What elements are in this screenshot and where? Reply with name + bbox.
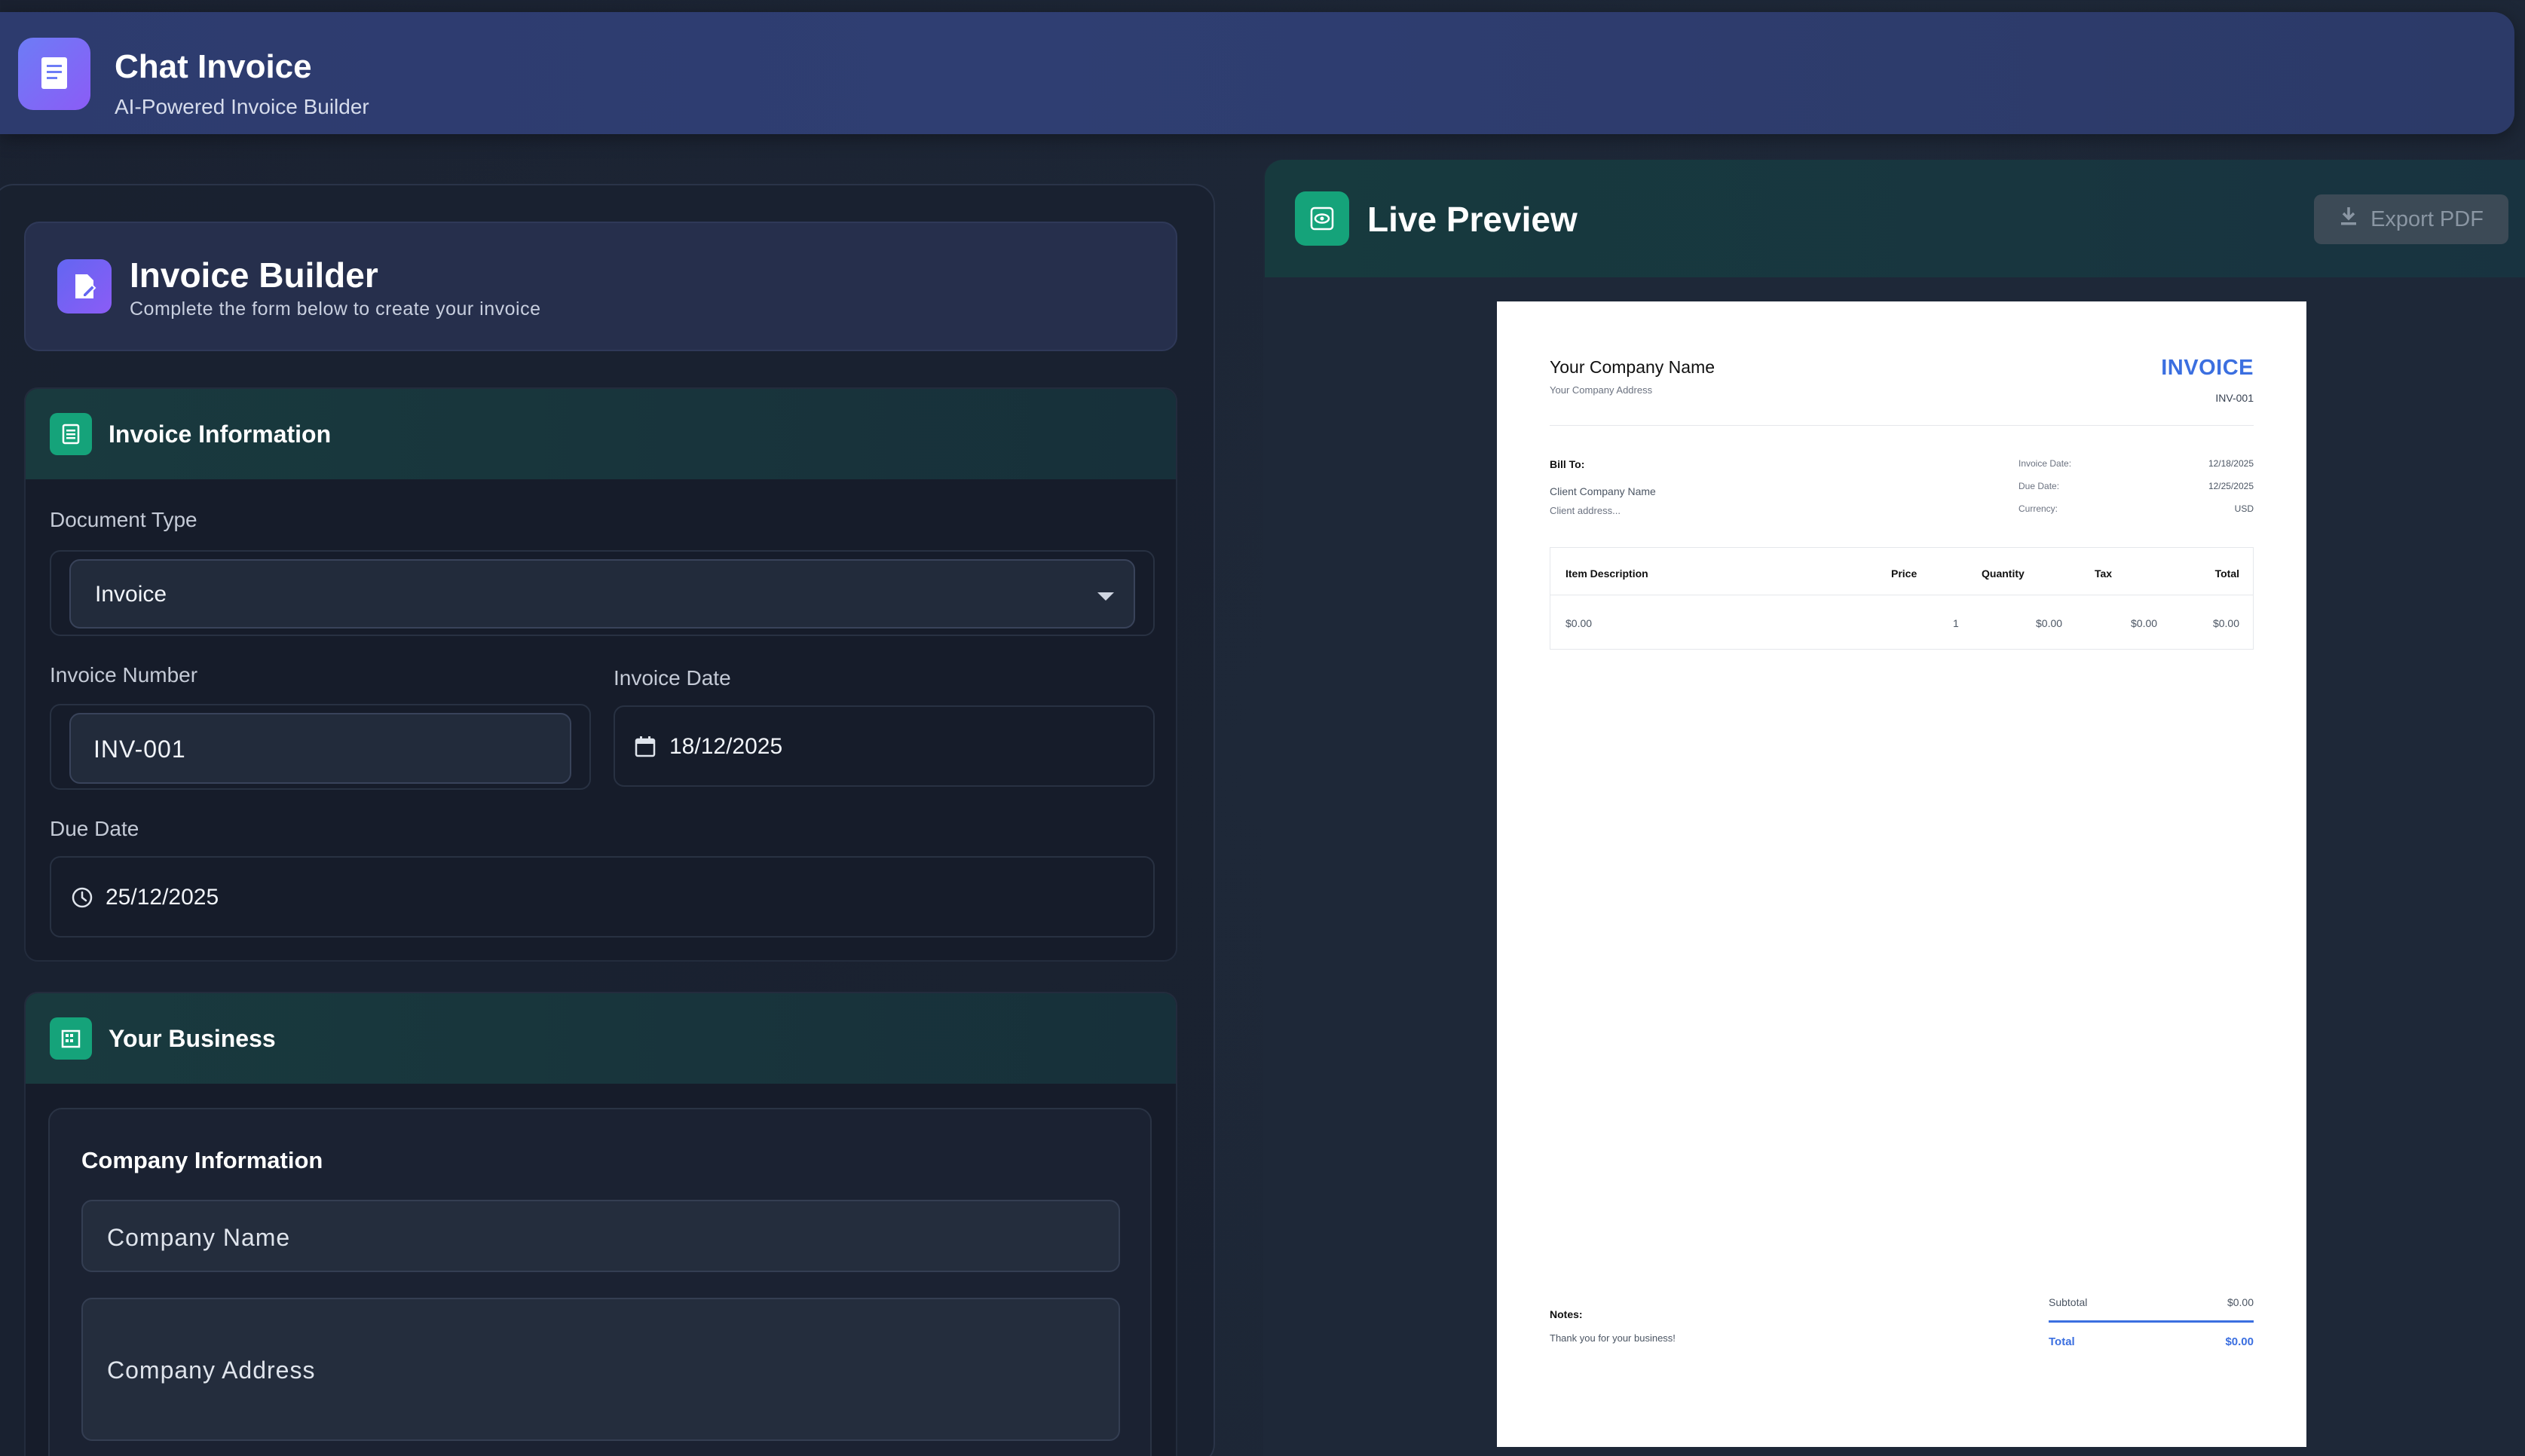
due-date-meta-value: 12/25/2025	[2208, 481, 2254, 491]
document-lines-icon	[50, 413, 92, 455]
column-header-description: Item Description	[1566, 567, 1648, 580]
document-type-select[interactable]: Invoice	[69, 559, 1135, 629]
section-title: Invoice Information	[109, 421, 332, 448]
row-total: $0.00	[2212, 617, 2239, 629]
total-divider	[2049, 1320, 2254, 1323]
invoice-number-value: INV-001	[93, 736, 186, 763]
app-subtitle: AI-Powered Invoice Builder	[115, 95, 369, 118]
document-type-value: Invoice	[95, 582, 167, 607]
company-address-placeholder: Company Address	[107, 1357, 316, 1384]
invoice-date-meta-value: 12/18/2025	[2208, 458, 2254, 469]
row-description: $0.00	[1566, 617, 1593, 629]
preview-company-address: Your Company Address	[1550, 384, 1653, 396]
document-type-field: Invoice	[50, 550, 1155, 636]
eye-icon	[1295, 191, 1349, 246]
invoice-date-value: 18/12/2025	[669, 734, 783, 759]
divider	[1550, 425, 2254, 426]
receipt-icon	[18, 38, 90, 110]
app-header: Chat Invoice AI-Powered Invoice Builder	[0, 12, 2514, 134]
column-header-quantity: Quantity	[1982, 567, 2025, 580]
building-icon	[50, 1017, 92, 1060]
download-icon	[2339, 206, 2358, 233]
preview-invoice-number: INV-001	[2215, 392, 2254, 404]
document-type-label: Document Type	[50, 508, 197, 531]
section-title: Your Business	[109, 1025, 276, 1052]
currency-meta-label: Currency:	[2018, 503, 2058, 514]
company-name-placeholder: Company Name	[107, 1224, 291, 1251]
items-table: Item Description Price Quantity Tax Tota…	[1550, 547, 2254, 650]
calendar-icon	[635, 736, 656, 762]
column-header-price: Price	[1891, 567, 1917, 580]
client-name: Client Company Name	[1550, 485, 1656, 497]
app-title: Chat Invoice	[115, 48, 312, 85]
due-date-meta-label: Due Date:	[2018, 481, 2060, 491]
invoice-preview-paper: Your Company Name Your Company Address I…	[1497, 301, 2306, 1447]
company-name-input[interactable]: Company Name	[81, 1200, 1120, 1272]
builder-header: Invoice Builder Complete the form below …	[24, 222, 1177, 351]
invoice-date-label: Invoice Date	[614, 666, 731, 690]
preview-company-name: Your Company Name	[1550, 357, 1715, 377]
export-pdf-label: Export PDF	[2370, 206, 2484, 231]
invoice-number-field: INV-001	[50, 704, 591, 790]
company-information-card: Company Information Company Name Company…	[48, 1108, 1152, 1456]
preview-invoice-heading: INVOICE	[2161, 356, 2254, 380]
builder-subtitle: Complete the form below to create your i…	[130, 298, 541, 320]
builder-title: Invoice Builder	[130, 255, 378, 295]
invoice-number-label: Invoice Number	[50, 663, 198, 687]
subtotal-label: Subtotal	[2049, 1296, 2088, 1308]
currency-meta-value: USD	[2234, 503, 2254, 514]
invoice-date-input[interactable]: 18/12/2025	[614, 705, 1155, 787]
clock-icon	[71, 886, 93, 913]
section-header: Your Business	[26, 993, 1176, 1084]
row-price: 1	[1953, 617, 1959, 629]
invoice-number-input[interactable]: INV-001	[69, 713, 571, 784]
total-label: Total	[2049, 1335, 2075, 1348]
column-header-tax: Tax	[2095, 567, 2113, 580]
notes-label: Notes:	[1550, 1308, 1583, 1320]
invoice-information-section: Invoice Information Document Type Invoic…	[24, 387, 1177, 962]
row-quantity: $0.00	[2036, 617, 2063, 629]
total-value: $0.00	[2225, 1335, 2254, 1348]
client-address: Client address...	[1550, 505, 1621, 516]
company-address-input[interactable]: Company Address	[81, 1298, 1120, 1441]
edit-document-icon	[57, 259, 112, 314]
row-tax: $0.00	[2131, 617, 2158, 629]
export-pdf-button[interactable]: Export PDF	[2314, 194, 2508, 244]
invoice-date-meta-label: Invoice Date:	[2018, 458, 2072, 469]
subtotal-value: $0.00	[2227, 1296, 2254, 1308]
chevron-down-icon	[1097, 592, 1114, 601]
due-date-label: Due Date	[50, 817, 139, 840]
preview-title: Live Preview	[1367, 200, 1578, 239]
notes-text: Thank you for your business!	[1550, 1332, 1676, 1344]
column-header-total: Total	[2214, 567, 2239, 580]
section-header: Invoice Information	[26, 389, 1176, 479]
due-date-value: 25/12/2025	[106, 885, 219, 910]
bill-to-label: Bill To:	[1550, 458, 1585, 470]
company-information-title: Company Information	[81, 1147, 323, 1173]
due-date-input[interactable]: 25/12/2025	[50, 856, 1155, 938]
preview-header: Live Preview Export PDF	[1265, 160, 2525, 277]
